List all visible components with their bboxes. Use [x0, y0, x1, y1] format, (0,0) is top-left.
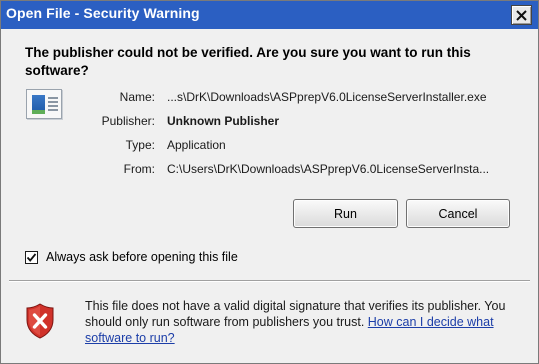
from-value: C:\Users\DrK\Downloads\ASPprepV6.0Licens…: [167, 162, 490, 176]
run-button[interactable]: Run: [293, 199, 398, 228]
from-label: From:: [123, 162, 155, 176]
headline: The publisher could not be verified. Are…: [25, 45, 471, 78]
checkmark-icon: [26, 253, 37, 262]
cancel-button[interactable]: Cancel: [406, 199, 510, 228]
separator: [9, 280, 530, 282]
publisher-value: Unknown Publisher: [167, 114, 280, 128]
close-icon: [516, 9, 527, 21]
name-label: Name:: [119, 90, 155, 104]
name-value: ...s\DrK\Downloads\ASPprepV6.0LicenseSer…: [167, 90, 487, 104]
publisher-label: Publisher:: [101, 114, 155, 128]
warning-message: This file does not have a valid digital …: [85, 298, 525, 346]
title-bar[interactable]: Open File - Security Warning: [1, 1, 538, 29]
always-ask-label[interactable]: Always ask before opening this file: [46, 250, 238, 264]
type-label: Type:: [125, 138, 155, 152]
window-title: Open File - Security Warning: [6, 5, 200, 21]
close-button[interactable]: [511, 5, 532, 25]
security-warning-dialog: Open File - Security Warning The publish…: [0, 0, 539, 364]
type-value: Application: [167, 138, 226, 152]
application-icon: [26, 89, 62, 119]
always-ask-checkbox[interactable]: [25, 251, 38, 264]
security-shield-error-icon: [26, 303, 54, 339]
